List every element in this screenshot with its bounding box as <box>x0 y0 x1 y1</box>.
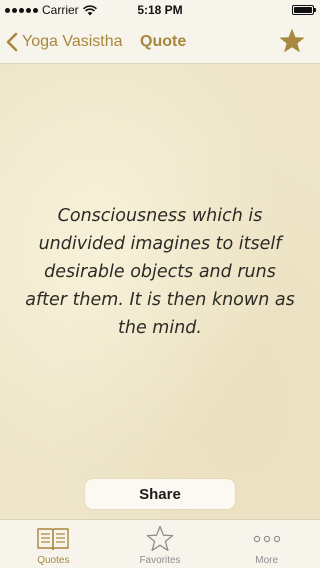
share-button[interactable]: Share <box>85 479 235 509</box>
navigation-bar: Yoga Vasistha Quote <box>0 20 320 64</box>
tab-quotes-label: Quotes <box>37 555 70 566</box>
star-outline-icon <box>146 525 174 552</box>
status-time: 5:18 PM <box>137 3 183 17</box>
status-bar: Carrier 5:18 PM <box>0 0 320 20</box>
book-icon <box>37 528 70 551</box>
favorite-button[interactable] <box>278 27 306 55</box>
tab-quotes[interactable]: Quotes <box>0 520 107 568</box>
tab-more-label: More <box>255 555 279 566</box>
page-title: Quote <box>140 33 187 50</box>
tab-more[interactable]: More <box>213 520 320 568</box>
more-icon <box>253 535 280 543</box>
star-filled-icon <box>279 28 305 53</box>
chevron-left-icon <box>6 32 18 52</box>
tab-favorites[interactable]: Favorites <box>107 520 214 568</box>
back-button[interactable]: Yoga Vasistha <box>6 20 123 64</box>
quote-background: Consciousness which is undivided imagine… <box>0 64 320 519</box>
tab-favorites-label: Favorites <box>139 555 181 566</box>
tab-bar: Quotes Favorites More <box>0 519 320 568</box>
battery-icon <box>292 5 316 15</box>
battery-fill <box>294 7 312 13</box>
quote-text: Consciousness which is undivided imagine… <box>25 206 295 338</box>
back-button-label: Yoga Vasistha <box>22 33 123 50</box>
